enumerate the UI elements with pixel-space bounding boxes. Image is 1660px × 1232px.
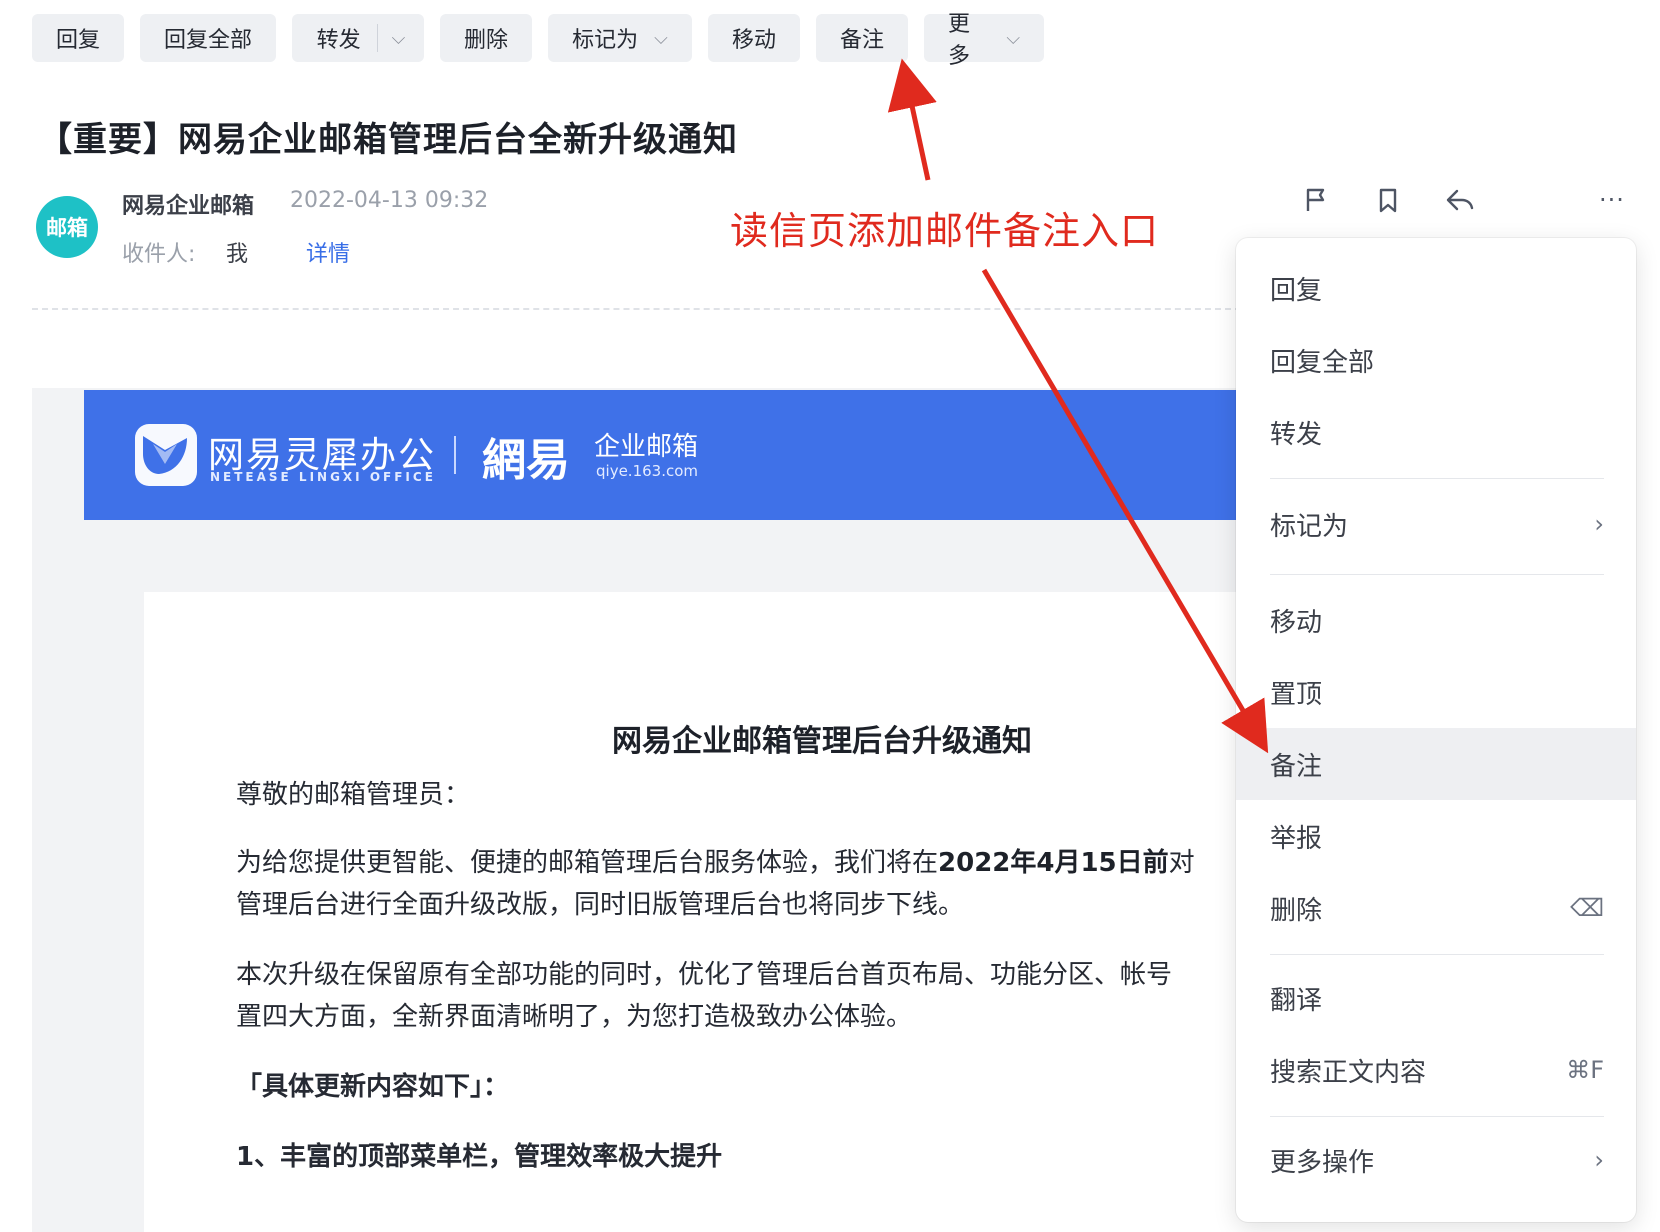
lingxi-logo-icon: [135, 424, 197, 486]
menu-item-translate[interactable]: 翻译: [1236, 962, 1636, 1034]
letter-section-heading: 「具体更新内容如下」：: [236, 1072, 510, 1102]
brand-name-en: NETEASE LINGXI OFFICE: [210, 470, 436, 484]
move-label: 移动: [732, 28, 777, 53]
chevron-down-icon: ⌵: [654, 27, 668, 49]
menu-item-delete[interactable]: 删除 ⌫: [1236, 872, 1636, 944]
reply-all-button[interactable]: 回复全部: [140, 14, 276, 62]
sender-name[interactable]: 网易企业邮箱: [122, 188, 254, 220]
menu-item-label: 删除: [1270, 895, 1323, 926]
note-label: 备注: [840, 28, 885, 53]
reply-label: 回复: [56, 28, 101, 53]
menu-item-note[interactable]: 备注: [1236, 728, 1636, 800]
detail-link[interactable]: 详情: [306, 236, 350, 268]
annotation-label: 读信页添加邮件备注入口: [730, 209, 1160, 253]
avatar[interactable]: 邮箱: [36, 196, 98, 258]
mail-time: 2022-04-13 09:32: [290, 188, 489, 213]
toolbar: 回复 回复全部 转发 ⌵ 删除 标记为 ⌵ 移动 备注 更多 ⌵: [32, 12, 1044, 69]
note-button[interactable]: 备注: [816, 14, 908, 62]
split-divider: [376, 24, 378, 52]
menu-item-mark-as[interactable]: 标记为 ›: [1236, 488, 1636, 560]
menu-item-pin[interactable]: 置顶: [1236, 656, 1636, 728]
menu-divider: [1270, 478, 1604, 479]
menu-divider: [1270, 954, 1604, 955]
reply-all-label: 回复全部: [164, 28, 253, 53]
letter-paragraph-1-line-2: 管理后台进行全面升级改版，同时旧版管理后台也将同步下线。: [236, 890, 965, 920]
mark-as-button[interactable]: 标记为 ⌵: [548, 14, 692, 62]
menu-item-label: 搜索正文内容: [1270, 1057, 1427, 1088]
move-button[interactable]: 移动: [708, 14, 800, 62]
flag-icon[interactable]: [1300, 184, 1332, 216]
menu-item-label: 更多操作: [1270, 1147, 1375, 1178]
menu-item-label: 回复全部: [1270, 347, 1375, 378]
mark-as-label: 标记为: [572, 28, 639, 53]
delete-button[interactable]: 删除: [440, 14, 532, 62]
letter-paragraph-1: 为给您提供更智能、便捷的邮箱管理后台服务体验，我们将在2022年4月15日前对: [236, 842, 1195, 884]
logo-divider: [454, 436, 456, 474]
bookmark-icon[interactable]: [1372, 184, 1404, 216]
menu-item-label: 移动: [1270, 607, 1323, 638]
shortcut-hint: ⌘F: [1566, 1056, 1604, 1084]
menu-item-label: 回复: [1270, 275, 1323, 306]
more-icon[interactable]: ···: [1596, 184, 1628, 216]
mail-subject: 【重要】网易企业邮箱管理后台全新升级通知: [38, 120, 738, 160]
menu-item-forward[interactable]: 转发: [1236, 396, 1636, 468]
more-label: 更多: [948, 12, 971, 69]
letter-greeting: 尊敬的邮箱管理员：: [236, 780, 471, 810]
menu-item-move[interactable]: 移动: [1236, 584, 1636, 656]
letter-title: 网易企业邮箱管理后台升级通知: [612, 724, 1032, 759]
more-actions-menu: 回复 回复全部 转发 标记为 › 移动 置顶 备注 举报 删除 ⌫ 翻译 搜索正文内…: [1236, 238, 1636, 1222]
chevron-down-icon[interactable]: ⌵: [392, 28, 406, 49]
recipient-value[interactable]: 我: [226, 236, 248, 268]
forward-label: 转发: [316, 28, 361, 53]
delete-label: 删除: [464, 28, 509, 53]
letter-paragraph-2-line-2: 置四大方面，全新界面清晰明了，为您打造极致办公体验。: [236, 1002, 913, 1032]
menu-item-report[interactable]: 举报: [1236, 800, 1636, 872]
menu-item-reply[interactable]: 回复: [1236, 252, 1636, 324]
menu-item-label: 置顶: [1270, 679, 1323, 710]
menu-item-label: 举报: [1270, 823, 1323, 854]
more-button[interactable]: 更多 ⌵: [924, 12, 1044, 69]
paragraph-text: 为给您提供更智能、便捷的邮箱管理后台服务体验，我们将在: [236, 848, 939, 878]
menu-item-label: 备注: [1270, 751, 1323, 782]
menu-item-more-actions[interactable]: 更多操作 ›: [1236, 1124, 1636, 1196]
letter-paragraph-2: 本次升级在保留原有全部功能的同时，优化了管理后台首页布局、功能分区、帐号: [236, 960, 1173, 990]
menu-item-reply-all[interactable]: 回复全部: [1236, 324, 1636, 396]
forward-button[interactable]: 转发 ⌵: [292, 14, 424, 62]
backspace-icon: ⌫: [1570, 894, 1604, 922]
letter-item-1: 1、丰富的顶部菜单栏，管理效率极大提升: [236, 1142, 723, 1172]
menu-divider: [1270, 574, 1604, 575]
product-url: qiye.163.com: [596, 462, 698, 480]
menu-item-search-content[interactable]: 搜索正文内容 ⌘F: [1236, 1034, 1636, 1106]
chevron-right-icon: ›: [1594, 1146, 1604, 1174]
product-name: 企业邮箱: [594, 432, 699, 462]
menu-item-label: 标记为: [1270, 511, 1349, 542]
netease-logo: 網易: [482, 435, 570, 486]
recipient-label: 收件人:: [122, 242, 196, 267]
menu-item-label: 翻译: [1270, 985, 1323, 1016]
chevron-down-icon: ⌵: [1006, 27, 1020, 49]
menu-divider: [1270, 1116, 1604, 1117]
arrow-to-toolbar-note: [887, 58, 937, 181]
chevron-right-icon: ›: [1594, 510, 1604, 538]
mail-actions: [1300, 184, 1476, 216]
paragraph-text: 对: [1168, 848, 1195, 878]
reply-icon[interactable]: [1444, 184, 1476, 216]
menu-item-label: 转发: [1270, 419, 1323, 450]
reply-button[interactable]: 回复: [32, 14, 124, 62]
paragraph-date: 2022年4月15日前: [938, 848, 1169, 878]
